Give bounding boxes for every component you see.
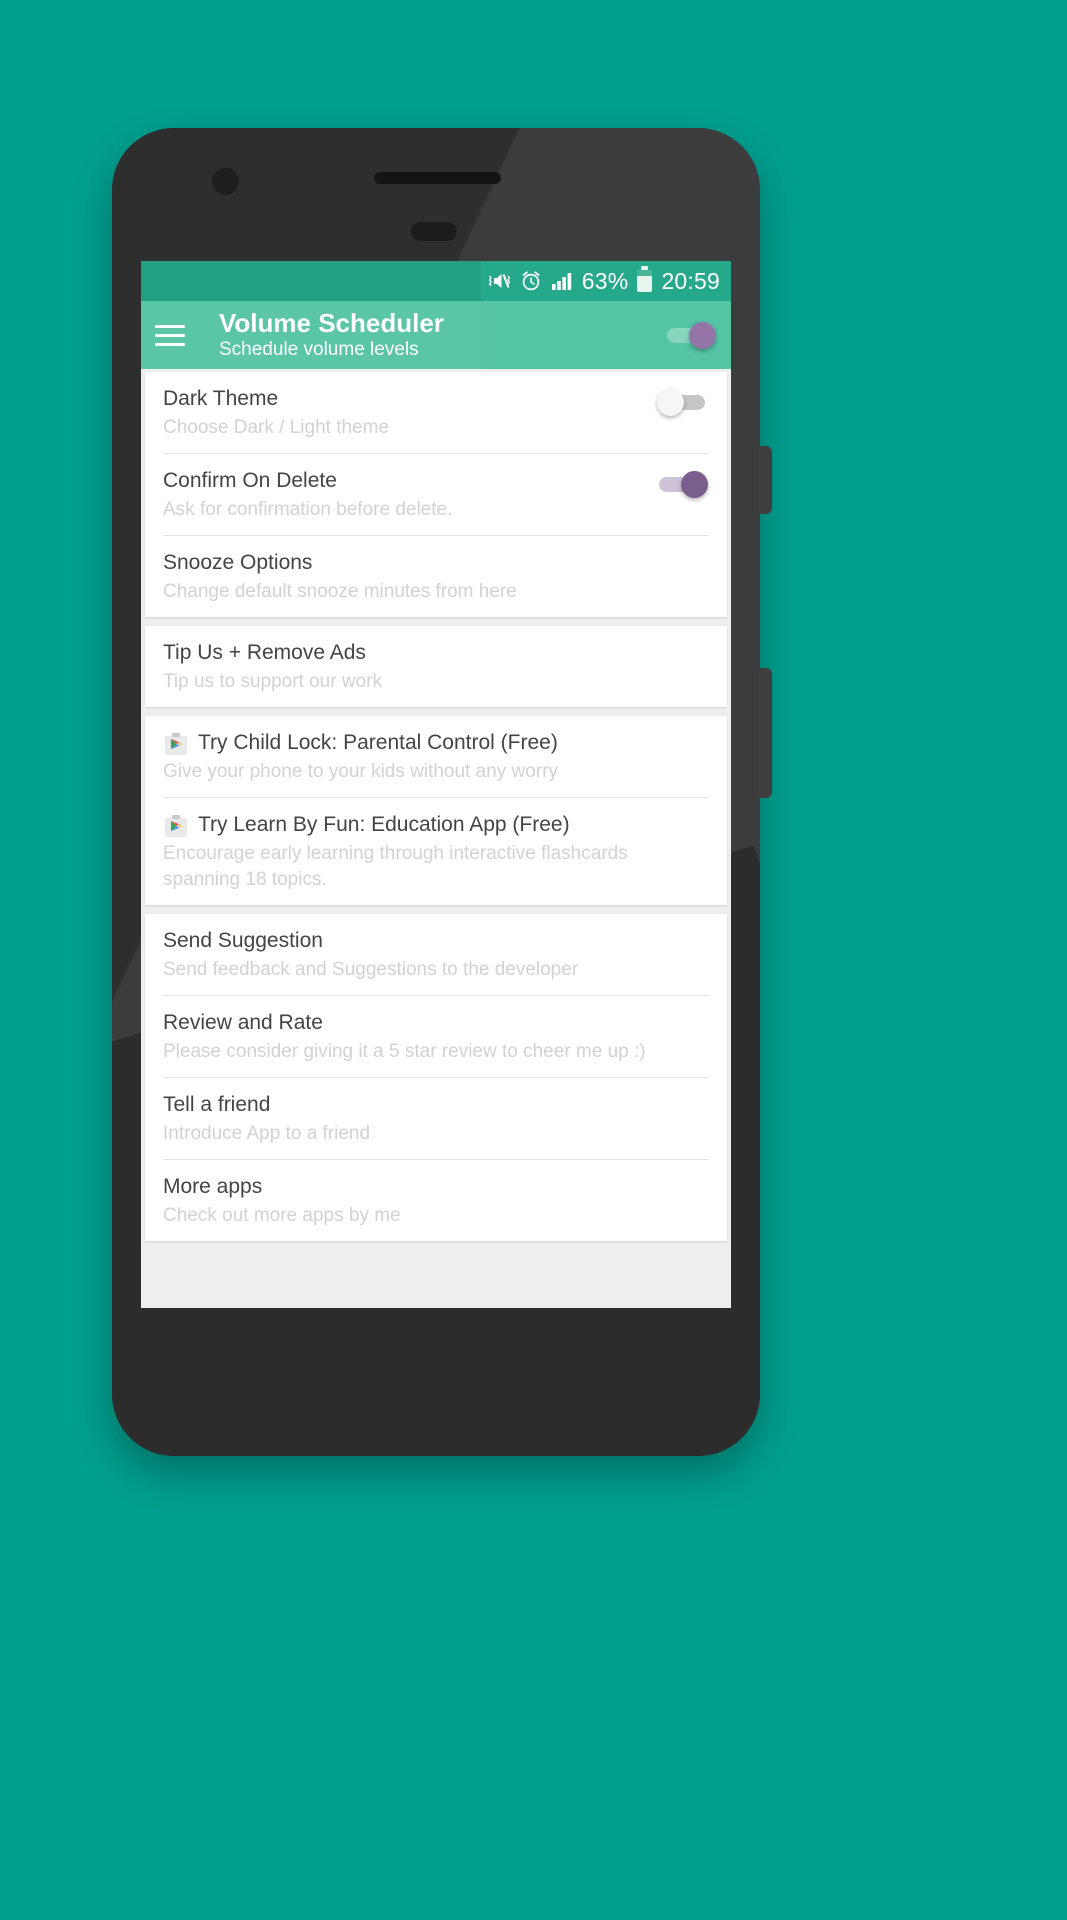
- status-bar-shade: [141, 261, 481, 301]
- list-item-dark-theme[interactable]: Dark Theme Choose Dark / Light theme: [145, 372, 727, 453]
- settings-card-promoted-apps: Try Child Lock: Parental Control (Free) …: [145, 716, 727, 905]
- list-item-subtitle: Send feedback and Suggestions to the dev…: [163, 959, 579, 980]
- list-item-title: Snooze Options: [163, 551, 313, 574]
- switch-thumb: [657, 389, 684, 416]
- list-item-subtitle: Give your phone to your kids without any…: [163, 761, 558, 782]
- volume-mute-vibrate-icon: [487, 270, 511, 292]
- battery-percent-label: 63%: [581, 267, 629, 294]
- earpiece-speaker: [374, 172, 501, 184]
- page-subtitle: Schedule volume levels: [219, 339, 419, 360]
- list-item-title: Tell a friend: [163, 1093, 271, 1116]
- page-title: Volume Scheduler: [219, 308, 444, 338]
- list-item-title: Send Suggestion: [163, 929, 323, 952]
- list-item-text: Review and Rate Please consider giving i…: [163, 1009, 709, 1065]
- google-play-icon: [163, 813, 189, 839]
- list-item-title: Try Child Lock: Parental Control (Free): [198, 731, 558, 754]
- phone-volume-button[interactable]: [758, 446, 772, 514]
- list-item-more-apps[interactable]: More apps Check out more apps by me: [145, 1160, 727, 1241]
- list-item-title: Tip Us + Remove Ads: [163, 641, 366, 664]
- proximity-sensor: [411, 222, 457, 241]
- list-item-text: Tell a friend Introduce App to a friend: [163, 1091, 709, 1147]
- settings-card-feedback: Send Suggestion Send feedback and Sugges…: [145, 914, 727, 1241]
- list-item-subtitle: Choose Dark / Light theme: [163, 417, 390, 438]
- phone-device: 63% 20:59 Volume Scheduler Schedule volu…: [112, 128, 772, 1456]
- signal-bars-icon: [551, 271, 573, 291]
- list-item-title: Review and Rate: [163, 1011, 323, 1034]
- list-item-send-suggestion[interactable]: Send Suggestion Send feedback and Sugges…: [145, 914, 727, 995]
- list-item-title: Confirm On Delete: [163, 469, 337, 492]
- list-item-text: Try Learn By Fun: Education App (Free) E…: [163, 811, 709, 893]
- google-play-icon: [163, 731, 189, 757]
- list-item-tip-us[interactable]: Tip Us + Remove Ads Tip us to support ou…: [145, 626, 727, 707]
- master-toggle-switch[interactable]: [665, 320, 717, 350]
- list-item-subtitle: Introduce App to a friend: [163, 1123, 371, 1144]
- hamburger-menu-icon[interactable]: [155, 314, 197, 356]
- list-item-subtitle: Encourage early learning through interac…: [163, 843, 628, 890]
- list-item-text: Confirm On Delete Ask for confirmation b…: [163, 467, 645, 523]
- list-item-title: Dark Theme: [163, 387, 279, 410]
- settings-card-preferences: Dark Theme Choose Dark / Light theme Con…: [145, 372, 727, 617]
- list-item-try-learn-by-fun[interactable]: Try Learn By Fun: Education App (Free) E…: [145, 798, 727, 905]
- list-item-control: [657, 467, 709, 499]
- list-item-text: Snooze Options Change default snooze min…: [163, 549, 709, 605]
- list-item-text: Dark Theme Choose Dark / Light theme: [163, 385, 645, 441]
- list-item-text: Tip Us + Remove Ads Tip us to support ou…: [163, 639, 709, 695]
- list-item-tell-a-friend[interactable]: Tell a friend Introduce App to a friend: [145, 1078, 727, 1159]
- list-item-confirm-on-delete[interactable]: Confirm On Delete Ask for confirmation b…: [145, 454, 727, 535]
- list-item-snooze-options[interactable]: Snooze Options Change default snooze min…: [145, 536, 727, 617]
- clock-label: 20:59: [661, 267, 720, 294]
- list-item-subtitle: Ask for confirmation before delete.: [163, 499, 453, 520]
- battery-icon: [637, 266, 653, 292]
- list-item-title-with-icon: Try Child Lock: Parental Control (Free): [163, 729, 709, 756]
- settings-list[interactable]: Dark Theme Choose Dark / Light theme Con…: [141, 369, 731, 1308]
- status-bar: 63% 20:59: [141, 261, 731, 301]
- dark-theme-toggle-switch[interactable]: [657, 387, 709, 417]
- list-item-text: More apps Check out more apps by me: [163, 1173, 709, 1229]
- confirm-on-delete-toggle-switch[interactable]: [657, 469, 709, 499]
- list-item-text: Send Suggestion Send feedback and Sugges…: [163, 927, 709, 983]
- phone-screen: 63% 20:59 Volume Scheduler Schedule volu…: [141, 261, 731, 1308]
- list-item-title-with-icon: Try Learn By Fun: Education App (Free): [163, 811, 709, 838]
- list-item-text: Try Child Lock: Parental Control (Free) …: [163, 729, 709, 785]
- list-item-review-and-rate[interactable]: Review and Rate Please consider giving i…: [145, 996, 727, 1077]
- list-item-subtitle: Change default snooze minutes from here: [163, 581, 517, 602]
- settings-card-support: Tip Us + Remove Ads Tip us to support ou…: [145, 626, 727, 707]
- app-bar-titles: Volume Scheduler Schedule volume levels: [219, 308, 665, 362]
- list-item-control: [657, 385, 709, 417]
- alarm-clock-icon: [520, 270, 542, 292]
- list-item-subtitle: Tip us to support our work: [163, 671, 382, 692]
- switch-thumb: [681, 471, 708, 498]
- app-bar: Volume Scheduler Schedule volume levels: [141, 301, 731, 369]
- list-item-try-child-lock[interactable]: Try Child Lock: Parental Control (Free) …: [145, 716, 727, 797]
- phone-chin: [112, 1308, 760, 1456]
- switch-thumb: [689, 322, 716, 349]
- list-item-title: More apps: [163, 1175, 263, 1198]
- list-item-title: Try Learn By Fun: Education App (Free): [198, 813, 570, 836]
- list-item-subtitle: Check out more apps by me: [163, 1205, 401, 1226]
- list-item-subtitle: Please consider giving it a 5 star revie…: [163, 1041, 646, 1062]
- front-camera-icon: [212, 168, 239, 195]
- phone-power-button[interactable]: [758, 668, 772, 798]
